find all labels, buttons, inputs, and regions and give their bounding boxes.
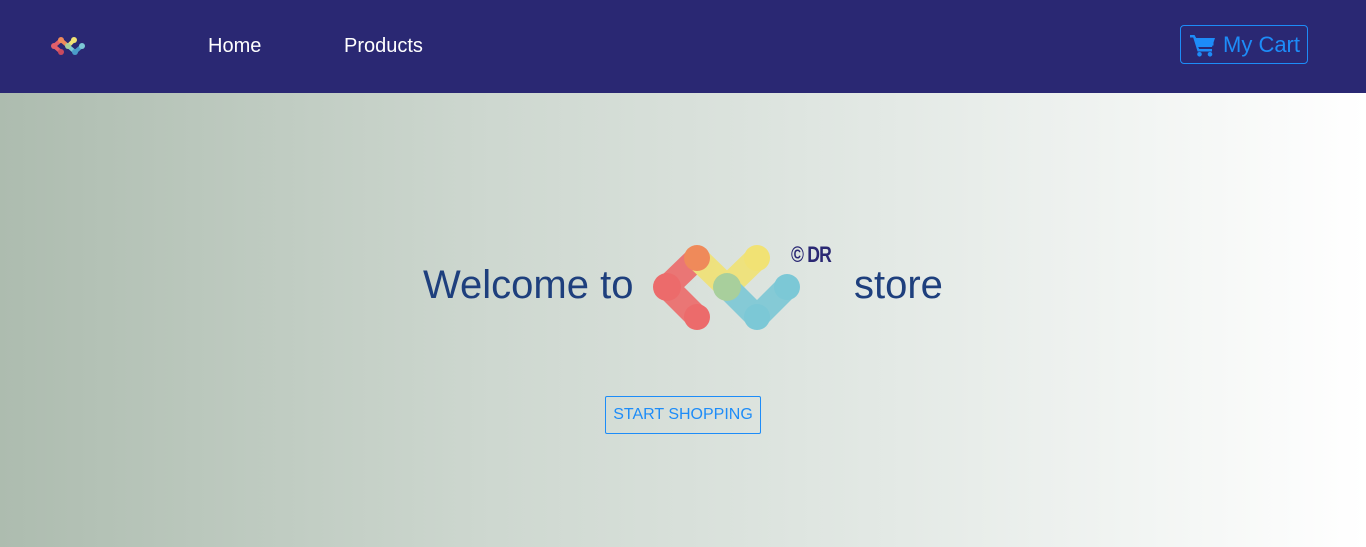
top-navbar: Home Products My Cart [0,0,1366,93]
my-cart-label: My Cart [1223,31,1300,57]
welcome-prefix: Welcome to [423,263,634,307]
nav-link-home[interactable]: Home [208,33,261,59]
start-shopping-button[interactable]: START SHOPPING [605,396,761,434]
hero-section: Welcome to © DR store START SHOPPING [0,93,1366,547]
my-cart-button[interactable]: My Cart [1180,25,1308,64]
molecule-logo-icon[interactable] [48,32,88,60]
shopping-cart-icon [1190,34,1215,57]
nav-link-products[interactable]: Products [344,33,423,59]
logo-copyright-mark: © DR [791,242,832,267]
welcome-suffix: store [854,263,943,307]
